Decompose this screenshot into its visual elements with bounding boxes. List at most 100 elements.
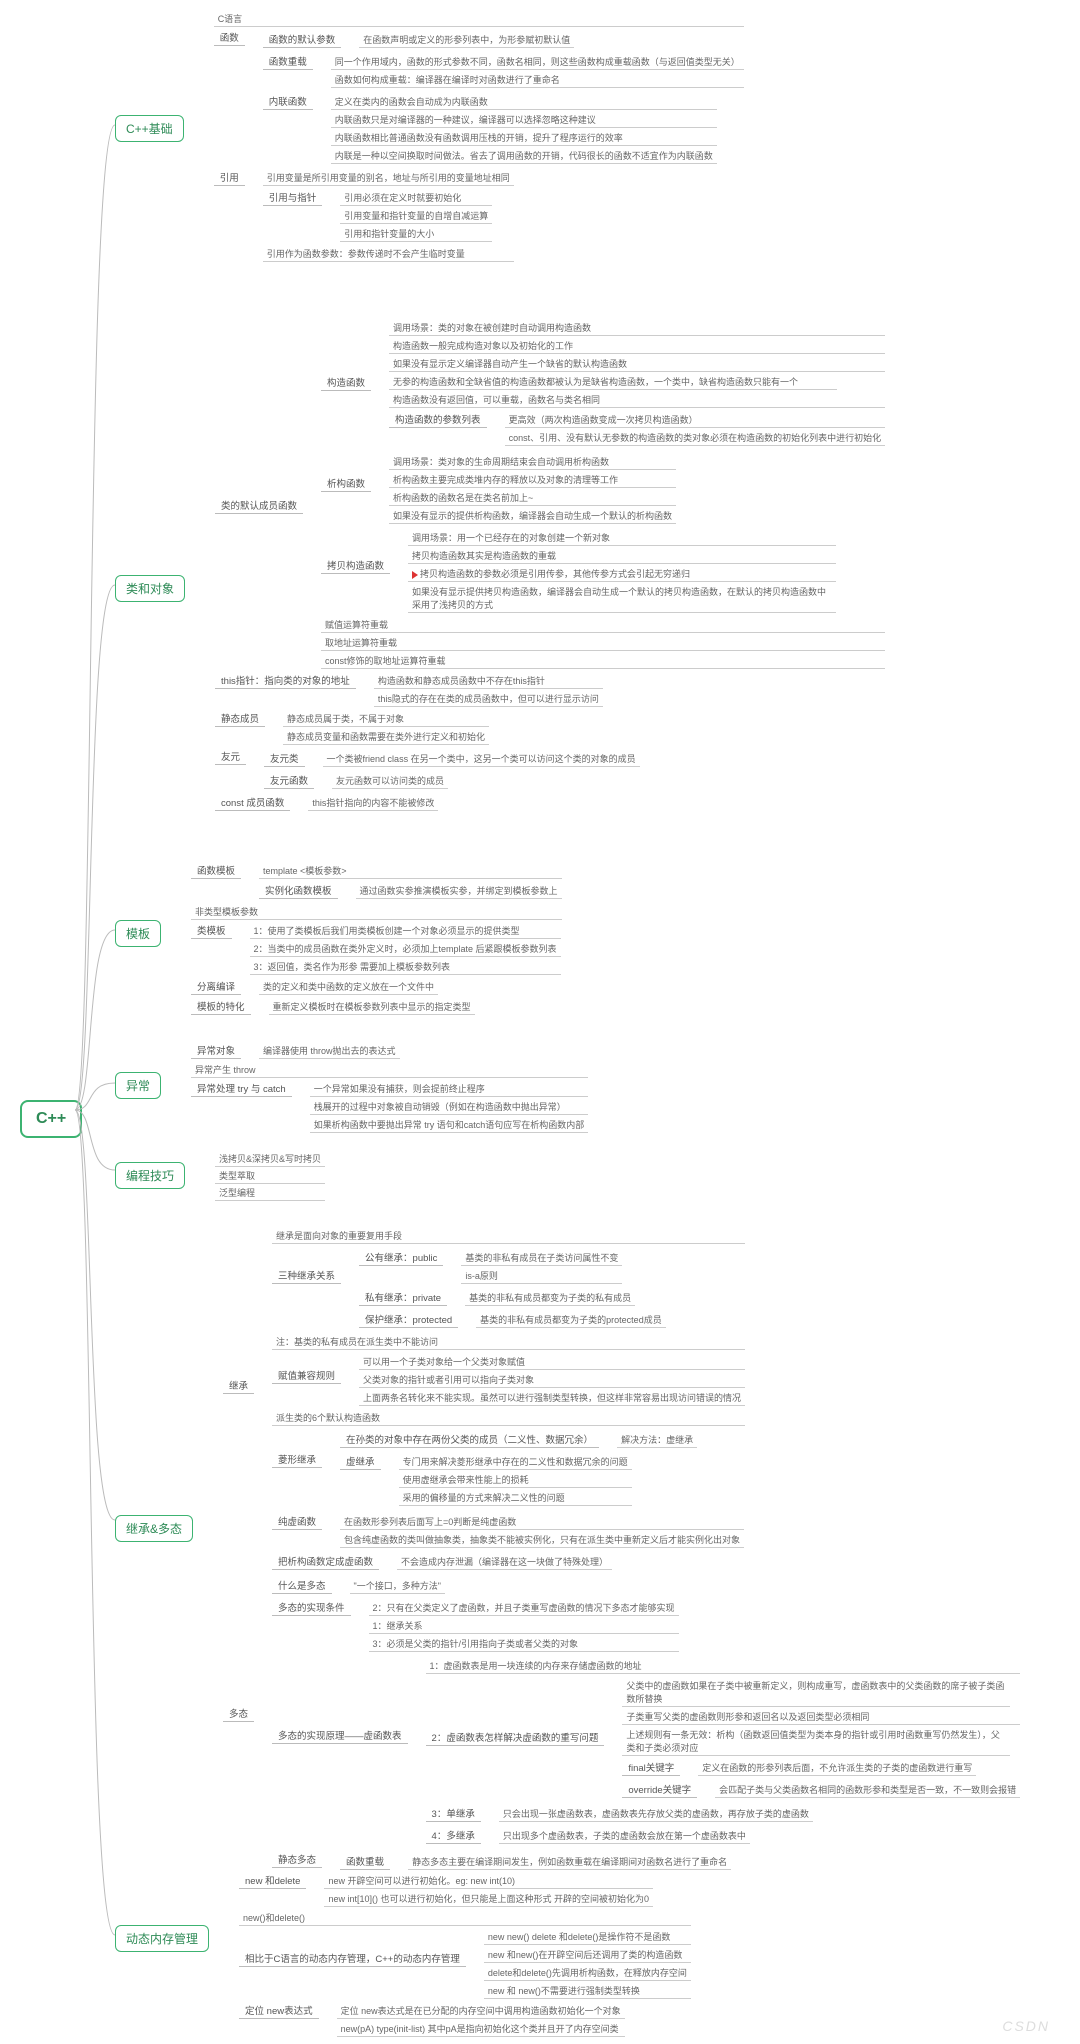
leaf: 函数如何构成重载：编译器在编译时对函数进行了重命名 (331, 72, 744, 88)
node-copy-ctor: 拷贝构造函数 调用场景：用一个已经存在的对象创建一个新对象 拷贝构造函数其实是构… (321, 529, 885, 614)
label: 友元函数 (264, 772, 314, 789)
leaf: 静态成员属于类，不属于对象 (283, 711, 489, 727)
leaf: 内联是一种以空间换取时间做法。省去了调用函数的开销，代码很长的函数不适宜作为内联… (331, 148, 717, 164)
label: 静态成员 (215, 710, 265, 727)
section-label-template: 模板 (115, 920, 161, 947)
section-label-class-obj: 类和对象 (115, 575, 185, 602)
leaf: 1：继承关系 (369, 1618, 679, 1634)
node-protected: 保护继承：protected 基类的非私有成员都变为子类的protected成员 (359, 1311, 666, 1329)
leaf: 引用变量是所引用变量的别名，地址与所引用的变量地址相同 (263, 170, 514, 186)
label: 相比于C语言的动态内存管理，C++的动态内存管理 (239, 1950, 466, 1967)
node-func: 函数 函数的默认参数 在函数声明或定义的形参列表中，为形参赋初默认值 函数重载 … (214, 29, 744, 167)
leaf: 一个类被friend class 在另一个类中，这另一个类可以访问这个类的对象的… (323, 751, 640, 767)
label: 构造函数 (321, 374, 371, 391)
node-specialize: 模板的特化 重新定义模板时在模板参数列表中显示的指定类型 (191, 998, 562, 1016)
node-friend: 友元 友元类 一个类被friend class 在另一个类中，这另一个类可以访问… (215, 748, 885, 792)
label: 保护继承：protected (359, 1311, 458, 1328)
leaf: 如果没有显示定义编译器自动产生一个缺省的默认构造函数 (389, 356, 885, 372)
root-node: C++ (20, 1100, 82, 1138)
leaf: 无参的构造函数和全缺省值的构造函数都被认为是缺省构造函数，一个类中，缺省构造函数… (389, 374, 837, 390)
node-default-param: 函数的默认参数 在函数声明或定义的形参列表中，为形参赋初默认值 (263, 31, 744, 49)
node-private: 私有继承：private 基类的非私有成员都变为子类的私有成员 (359, 1289, 666, 1307)
label: 公有继承：public (359, 1249, 443, 1266)
watermark: CSDN (1002, 2018, 1050, 2034)
leaf: 取地址运算符重载 (321, 635, 885, 651)
label: 构造函数的参数列表 (389, 411, 487, 428)
leaf: 类型萃取 (215, 1168, 325, 1184)
leaf: new(pA) type(init-list) 其中pA是指向初始化这个类并且开… (337, 2021, 625, 2037)
label: 类的默认成员函数 (215, 497, 303, 514)
leaf: 只会出现一张虚函数表，虚函数表先存放父类的虚函数，再存放子类的虚函数 (499, 1806, 813, 1822)
node-dtor: 析构函数 调用场景：类对象的生命周期结束会自动调用析构函数 析构函数主要完成类堆… (321, 453, 885, 525)
section-dyn-mem: 动态内存管理 new 和delete new 开辟空间可以进行初始化。eg: n… (115, 1870, 691, 2040)
node-ctor-paramlist: 构造函数的参数列表 更高效（两次构造函数变成一次拷贝构造函数） const、引用… (389, 411, 885, 447)
leaf: 浅拷贝&深拷贝&写时拷贝 (215, 1151, 325, 1167)
node-override: override关键字 会匹配子类与父类函数名相同的函数形参和类型是否一致，不一… (622, 1781, 1020, 1799)
node-friend-func: 友元函数 友元函数可以访问类的成员 (264, 772, 640, 790)
node-class-tpl: 类模板 1：使用了类模板后我们用类模板创建一个对象必须显示的提供类型 2：当类中… (191, 922, 562, 976)
leaf: 上述规则有一条无效：析构（函数返回值类型为类本身的指针或引用时函数重写仍然发生）… (622, 1727, 1010, 1756)
label: final关键字 (622, 1759, 680, 1776)
section-tricks: 编程技巧 浅拷贝&深拷贝&写时拷贝 类型萃取 泛型编程 (115, 1150, 325, 1202)
label: 异常处理 try 与 catch (191, 1080, 292, 1097)
node-this: this指针：指向类的对象的地址 构造函数和静态成员函数中不存在this指针 t… (215, 672, 885, 708)
label: new 和delete (239, 1872, 306, 1889)
section-label-cpp-basic: C++基础 (115, 115, 184, 142)
section-inherit-poly: 继承&多态 继承 继承是面向对象的重要复用手段 三种继承关系 公有继承：publ… (115, 1225, 1020, 1877)
leaf-flag: 拷贝构造函数的参数必须是引用传参，其他传参方式会引起无穷递归 (408, 566, 836, 582)
node-poly: 多态 什么是多态 "一个接口，多种方法" 多态的实现条件 2：只有在父类定义了虚… (223, 1575, 1020, 1875)
leaf: 栈展开的过程中对象被自动销毁（例如在构造函数中抛出异常） (310, 1099, 589, 1115)
node-friend-class: 友元类 一个类被friend class 在另一个类中，这另一个类可以访问这个类… (264, 750, 640, 768)
leaf: 1：使用了类模板后我们用类模板创建一个对象必须显示的提供类型 (250, 923, 561, 939)
label: 定位 new表达式 (239, 2002, 319, 2019)
leaf: 编译器使用 throw抛出去的表达式 (259, 1043, 400, 1059)
leaf: 基类的非私有成员都变为子类的protected成员 (476, 1312, 666, 1328)
leaf: 父类中的虚函数如果在子类中被重新定义，则构成重写，虚函数表中的父类函数的席子被子… (622, 1678, 1010, 1707)
leaf: 2：只有在父类定义了虚函数，并且子类重写虚函数的情况下多态才能够实现 (369, 1600, 679, 1616)
label: 赋值兼容规则 (272, 1367, 341, 1384)
leaf: 类的定义和类中函数的定义放在一个文件中 (259, 979, 438, 995)
label: 继承 (223, 1377, 254, 1394)
node-inh-dtor: 把析构函数定成虚函数 不会造成内存泄漏（编译器在这一块做了特殊处理） (272, 1553, 745, 1571)
leaf: 不会造成内存泄漏（编译器在这一块做了特殊处理） (397, 1554, 612, 1570)
leaf: 更高效（两次构造函数变成一次拷贝构造函数） (505, 412, 886, 428)
leaf: 解决方法：虚继承 (617, 1432, 697, 1448)
node-virtual-inherit: 虚继承 专门用来解决菱形继承中存在的二义性和数据冗余的问题 使用虚继承会带来性能… (340, 1453, 697, 1507)
flag-icon (412, 571, 418, 579)
leaf: 引用必须在定义时就要初始化 (340, 190, 492, 206)
flag-text: 拷贝构造函数的参数必须是引用传参，其他传参方式会引起无穷递归 (420, 569, 690, 579)
label: 友元类 (264, 750, 305, 767)
label: 私有继承：private (359, 1289, 447, 1306)
leaf: 3：必须是父类的指针/引用指向子类或者父类的对象 (369, 1636, 679, 1652)
node-exc-obj: 异常对象 编译器使用 throw抛出去的表达式 (191, 1042, 588, 1060)
leaf: new()和delete() (239, 1910, 691, 1926)
label: 多态的实现条件 (272, 1599, 351, 1616)
label: 函数的默认参数 (263, 31, 342, 48)
leaf: 调用场景：用一个已经存在的对象创建一个新对象 (408, 530, 836, 546)
leaf: 通过函数实参推演模板实参，并绑定到模板参数上 (356, 883, 562, 899)
leaf: 上面两条名转化来不能实现。虽然可以进行强制类型转换，但这样非常容易出现访问错误的… (359, 1390, 745, 1406)
leaf: 只出现多个虚函数表，子类的虚函数会放在第一个虚函数表中 (499, 1828, 750, 1844)
label: const 成员函数 (215, 794, 290, 811)
label: 析构函数 (321, 475, 371, 492)
leaf: delete和delete()先调用析构函数，在释放内存空间 (484, 1965, 691, 1981)
node-exc-handle: 异常处理 try 与 catch 一个异常如果没有捕获，则会提前终止程序 栈展开… (191, 1080, 588, 1134)
leaf: 会匹配子类与父类函数名相同的函数形参和类型是否一致，不一致则会报错 (715, 1782, 1020, 1798)
leaf: 2：当类中的成员函数在类外定义时，必须加上template 后紧跟模板参数列表 (250, 941, 561, 957)
label: 类模板 (191, 922, 232, 939)
node-pure: 纯虚函数 在函数形参列表后面写上=0判断是纯虚函数 包含纯虚函数的类叫做抽象类，… (272, 1513, 745, 1549)
leaf: 注：基类的私有成员在派生类中不能访问 (272, 1334, 745, 1350)
leaf: 使用虚继承会带来性能上的损耗 (399, 1472, 632, 1488)
leaf: 3：返回值，类名作为形参 需要加上模板参数列表 (250, 959, 561, 975)
label: this指针：指向类的对象的地址 (215, 672, 356, 689)
leaf: 派生类的6个默认构造函数 (272, 1410, 745, 1426)
leaf: new 和new()在开辟空间后还调用了类的构造函数 (484, 1947, 691, 1963)
leaf: 在函数声明或定义的形参列表中，为形参赋初默认值 (359, 32, 574, 48)
leaf: 一个异常如果没有捕获，则会提前终止程序 (310, 1081, 589, 1097)
label: 分离编译 (191, 978, 241, 995)
node-single-inh: 3：单继承 只会出现一张虚函数表，虚函数表先存放父类的虚函数，再存放子类的虚函数 (426, 1805, 1021, 1823)
leaf: 父类对象的指针或者引用可以指向子类对象 (359, 1372, 745, 1388)
label: 2：虚函数表怎样解决虚函数的重写问题 (426, 1729, 605, 1746)
label: 内联函数 (263, 93, 313, 110)
label: 多态的实现原理——虚函数表 (272, 1727, 408, 1744)
